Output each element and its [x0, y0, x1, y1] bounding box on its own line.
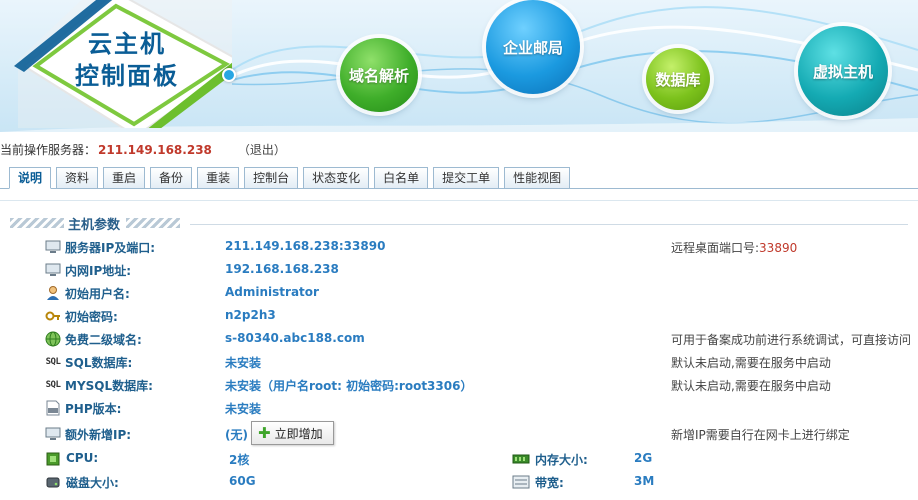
row-label: MYSQL数据库:: [65, 379, 153, 393]
row-label: 服务器IP及端口:: [65, 241, 156, 255]
add-ip-label: 立即增加: [274, 426, 323, 441]
section-header: 主机参数: [10, 214, 181, 233]
server-ip: 211.149.168.238: [98, 143, 212, 157]
current-server-line: 当前操作服务器： 211.149.168.238 （退出）: [0, 141, 286, 158]
tab-bar: 说明 资料 重启 备份 重装 控制台 状态变化 白名单 提交工单 性能视图: [9, 167, 575, 189]
tab-info[interactable]: 资料: [56, 167, 99, 189]
tab-submit-ticket[interactable]: 提交工单: [433, 167, 500, 189]
row-sql-db: SQL SQL数据库: 未安装 默认未启动,需要在服务中启动: [0, 352, 918, 372]
user-icon: [45, 285, 61, 301]
row-note: 新增IP需要自行在网卡上进行绑定: [671, 428, 850, 442]
row-label: 额外新增IP:: [65, 428, 132, 442]
disk-label: 磁盘大小:: [66, 476, 119, 490]
header-banner: 云主机 控制面板 域名解析 企业邮局 数据库 虚拟主机: [0, 0, 918, 132]
cpu-icon: [45, 451, 61, 467]
sql-icon: SQL: [45, 380, 61, 390]
nav-domain-resolution[interactable]: 域名解析: [340, 38, 418, 112]
row-value: 211.149.168.238:33890: [225, 239, 386, 253]
bandwidth-value: 3M: [634, 474, 655, 488]
row-mysql-db: SQL MYSQL数据库: 未安装（用户名root: 初始密码:root3306…: [0, 375, 918, 395]
disk-value: 60G: [229, 474, 256, 488]
tab-performance-view[interactable]: 性能视图: [504, 167, 571, 189]
row-username: 初始用户名: Administrator: [0, 283, 918, 303]
row-label: PHP版本:: [65, 402, 122, 416]
row-value: n2p2h3: [225, 308, 276, 322]
row-password: 初始密码: n2p2h3: [0, 306, 918, 326]
row-note: 默认未启动,需要在服务中启动: [671, 379, 831, 393]
rdp-port-value: 33890: [759, 241, 798, 255]
cpu-value: 2核: [229, 453, 250, 467]
memory-value: 2G: [634, 451, 653, 465]
tab-console[interactable]: 控制台: [244, 167, 299, 189]
monitor-icon: [45, 426, 61, 442]
row-extra-ip: 额外新增IP: (无) ✚ 立即增加 新增IP需要自行在网卡上进行绑定: [0, 421, 918, 445]
row-note: 可用于备案成功前进行系统调试，可直接访问: [671, 333, 912, 347]
php-icon: [45, 400, 61, 416]
row-label: 初始密码:: [65, 310, 118, 324]
logo-text: 云主机 控制面板: [62, 28, 192, 92]
globe-icon: [45, 331, 61, 347]
row-internal-ip: 内网IP地址: 192.168.168.238: [0, 260, 918, 280]
row-server-ip: 服务器IP及端口: 211.149.168.238:33890 远程桌面端口号:…: [0, 237, 918, 257]
row-value: 未安装: [225, 402, 262, 416]
tab-whitelist[interactable]: 白名单: [374, 167, 429, 189]
row-subdomain: 免费二级域名: s-80340.abc188.com 可用于备案成功前进行系统调…: [0, 329, 918, 349]
cpu-label: CPU:: [66, 451, 99, 465]
row-php-version: PHP版本: 未安装: [0, 398, 918, 418]
memory-label: 内存大小:: [535, 453, 588, 467]
row-value: Administrator: [225, 285, 319, 299]
row-label: 初始用户名:: [65, 287, 130, 301]
row-label: 免费二级域名:: [65, 333, 142, 347]
row-value: s-80340.abc188.com: [225, 331, 365, 345]
row-cpu-memory: CPU: 2核 内存大小: 2G: [0, 449, 918, 469]
nav-enterprise-mail[interactable]: 企业邮局: [486, 0, 580, 94]
row-label: SQL数据库:: [65, 356, 133, 370]
tab-status-changes[interactable]: 状态变化: [303, 167, 370, 189]
logout-link[interactable]: （退出）: [238, 143, 286, 157]
monitor-icon: [45, 262, 61, 278]
logo-line-1: 云主机: [88, 30, 166, 58]
bandwidth-label: 带宽:: [535, 476, 564, 490]
row-value: 未安装: [225, 356, 262, 370]
add-ip-button[interactable]: ✚ 立即增加: [251, 421, 334, 445]
row-disk-bandwidth: 磁盘大小: 60G 带宽: 3M: [0, 472, 918, 492]
server-label: 当前操作服务器：: [0, 143, 97, 157]
tab-reinstall[interactable]: 重装: [197, 167, 240, 189]
section-stripes: [10, 218, 64, 228]
bandwidth-icon: [512, 475, 530, 489]
row-value: 192.168.168.238: [225, 262, 339, 276]
section-stripes: [126, 218, 181, 228]
section-rule: [190, 224, 908, 225]
tab-description[interactable]: 说明: [9, 167, 52, 189]
nav-virtual-host[interactable]: 虚拟主机: [798, 26, 888, 116]
logo-line-2: 控制面板: [75, 62, 179, 90]
key-icon: [45, 308, 61, 324]
tab-backup[interactable]: 备份: [150, 167, 193, 189]
row-value: 未安装（用户名root: 初始密码:root3306）: [225, 379, 473, 393]
logo: 云主机 控制面板: [6, 0, 244, 132]
disk-icon: [45, 474, 61, 490]
monitor-icon: [45, 239, 61, 255]
tab-restart[interactable]: 重启: [103, 167, 146, 189]
sql-icon: SQL: [45, 357, 61, 367]
nav-database[interactable]: 数据库: [646, 48, 710, 110]
row-value: (无): [225, 428, 248, 442]
row-note: 远程桌面端口号:33890: [671, 239, 797, 256]
row-label: 内网IP地址:: [65, 264, 132, 278]
rdp-port-label: 远程桌面端口号:: [671, 241, 760, 255]
section-title: 主机参数: [68, 217, 121, 233]
wave-dot: [222, 68, 236, 82]
row-note: 默认未启动,需要在服务中启动: [671, 356, 831, 370]
plus-icon: ✚: [258, 424, 271, 442]
memory-icon: [512, 452, 530, 466]
